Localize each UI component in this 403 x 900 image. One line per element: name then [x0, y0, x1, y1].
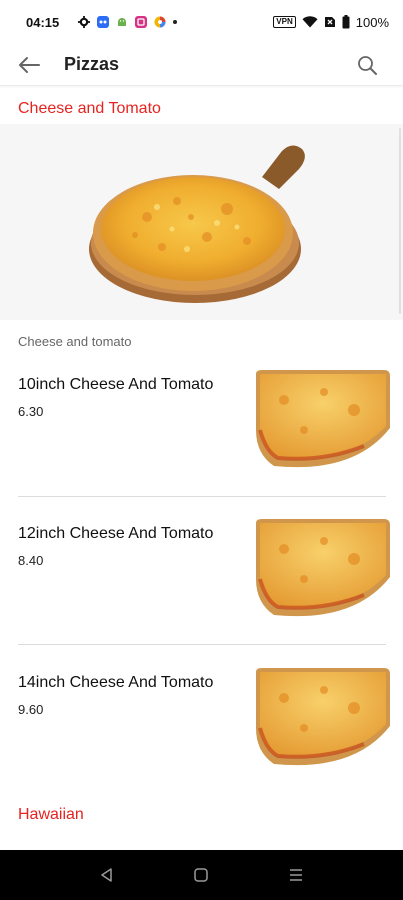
section-title-cheese-and-tomato: Cheese and Tomato [18, 100, 161, 117]
search-button[interactable] [355, 53, 379, 77]
item-divider [18, 496, 386, 497]
search-icon [358, 55, 377, 75]
back-button[interactable] [16, 52, 42, 78]
page-title: Pizzas [64, 54, 120, 74]
sim-icon [324, 16, 336, 28]
menu-item-10inch[interactable]: 10inch Cheese And Tomato 6.30 [18, 370, 390, 490]
menu-content[interactable]: Cheese and Tomato Cheese and tomato 10in… [0, 86, 403, 850]
pizza-slice-thumbnail [256, 519, 390, 617]
app-icon-multicolor [154, 16, 166, 28]
app-bar: Pizzas [0, 44, 403, 86]
system-nav-bar [0, 850, 403, 900]
settings-icon [78, 16, 91, 28]
app-icon-pink [135, 16, 148, 28]
wifi-icon [302, 16, 318, 28]
menu-item-14inch[interactable]: 14inch Cheese And Tomato 9.60 [18, 668, 390, 788]
status-time: 04:15 [26, 14, 60, 30]
hero-scroll-indicator [399, 128, 401, 314]
android-icon [116, 16, 128, 28]
back-triangle-icon [101, 868, 112, 882]
nav-back-button[interactable] [93, 861, 121, 889]
notification-dot [173, 20, 178, 24]
nav-home-button[interactable] [187, 861, 215, 889]
status-bar: 04:15 VPN 100% [0, 0, 403, 44]
item-divider [18, 644, 386, 645]
pizza-on-board-image [88, 145, 305, 303]
item-name: 12inch Cheese And Tomato [18, 525, 214, 542]
battery-icon [342, 15, 350, 29]
status-right: VPN 100% [273, 15, 389, 30]
item-name: 10inch Cheese And Tomato [18, 376, 214, 393]
menu-item-12inch[interactable]: 12inch Cheese And Tomato 8.40 [18, 519, 390, 639]
app-icon-blue [97, 16, 110, 28]
category-hero-image [0, 124, 403, 320]
battery-level: 100% [355, 14, 389, 30]
home-square-icon [194, 868, 209, 882]
pizza-slice-thumbnail [256, 370, 390, 468]
pizza-slice-thumbnail [256, 668, 390, 766]
item-name: 14inch Cheese And Tomato [18, 674, 214, 691]
section-title-hawaiian: Hawaiian [18, 806, 84, 823]
arrow-left-icon [19, 56, 40, 73]
status-left: 04:15 [26, 14, 178, 30]
item-price: 6.30 [18, 404, 44, 419]
vpn-icon: VPN [273, 16, 296, 28]
screen: 04:15 VPN 100% Pizzas Cheese and Tomato … [0, 0, 403, 900]
nav-recents-button[interactable] [282, 861, 310, 889]
recents-menu-icon [289, 869, 302, 881]
item-price: 8.40 [18, 553, 44, 568]
category-description: Cheese and tomato [18, 334, 132, 349]
item-price: 9.60 [18, 702, 44, 717]
